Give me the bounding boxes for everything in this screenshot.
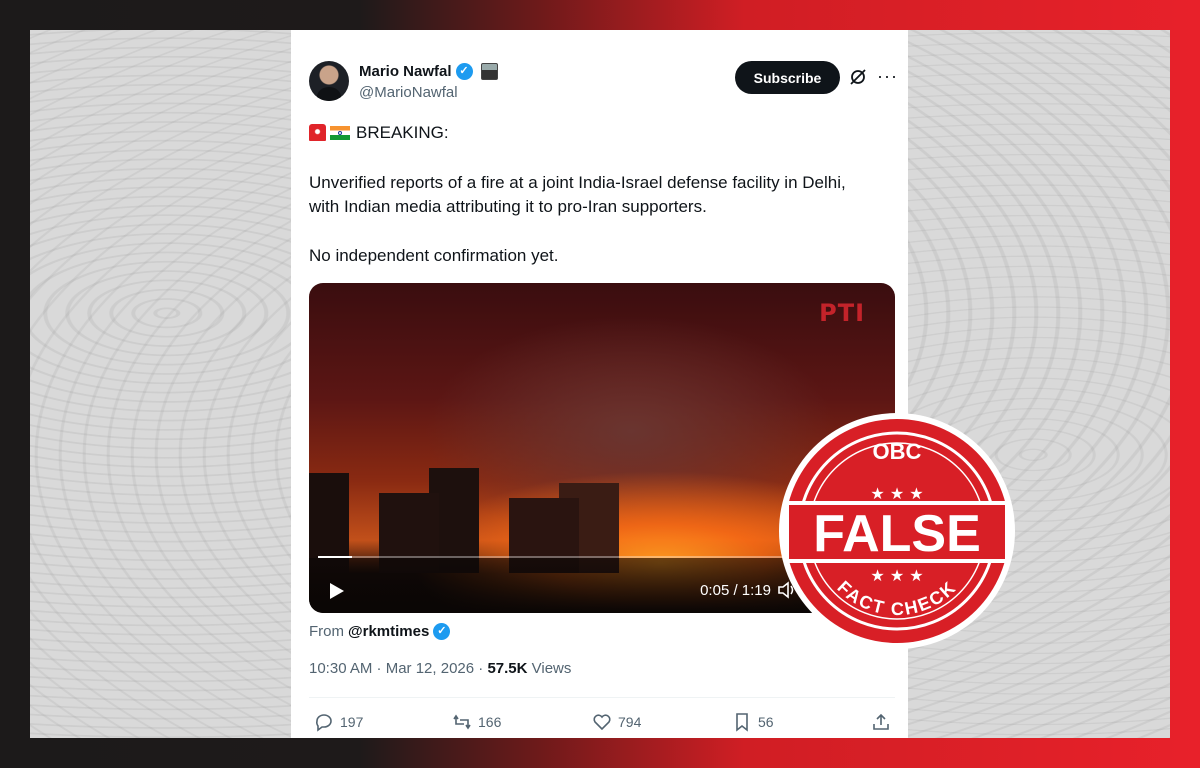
divider — [309, 697, 895, 698]
like-button[interactable]: 794 — [592, 712, 641, 732]
video-source: From @rkmtimes ✓ — [309, 623, 451, 640]
breaking-text: BREAKING: — [356, 123, 449, 142]
author-name-row[interactable]: Mario Nawfal ✓ — [359, 63, 498, 80]
views-count: 57.5K — [487, 660, 528, 677]
like-count: 794 — [618, 714, 642, 730]
video-progress-fill — [318, 556, 353, 558]
stamp-top-text: OBC — [873, 439, 922, 464]
reply-icon — [316, 714, 332, 732]
false-fact-check-stamp: OBC ★ ★ ★ FALSE ★ ★ ★ FACT CHECK — [779, 413, 1015, 649]
repost-button[interactable]: 166 — [452, 712, 501, 732]
tweet-timestamp[interactable]: 10:30 AM · Mar 12, 2026 · — [309, 660, 483, 677]
from-handle[interactable]: @rkmtimes — [348, 623, 429, 640]
bookmark-count: 56 — [758, 714, 774, 730]
tweet-text-line3: with Indian media attributing it to pro-… — [309, 197, 707, 216]
views-label: Views — [531, 660, 572, 677]
india-flag-icon — [330, 126, 350, 140]
author-handle[interactable]: @MarioNawfal — [359, 84, 458, 101]
play-icon[interactable] — [326, 581, 346, 601]
author-avatar[interactable] — [309, 61, 349, 101]
bookmark-button[interactable]: 56 — [732, 712, 774, 732]
reply-button[interactable]: 197 — [314, 712, 363, 732]
siren-emoji-icon — [309, 124, 326, 141]
tweet-text-line4: No independent confirmation yet. — [309, 246, 559, 265]
tweet-actions: 197 166 794 56 — [309, 712, 895, 738]
reply-count: 197 — [340, 714, 364, 730]
tweet-meta: 10:30 AM · Mar 12, 2026 · 57.5K Views — [309, 660, 571, 677]
source-verified-icon: ✓ — [433, 623, 451, 640]
video-watermark: PTI — [819, 299, 865, 327]
from-prefix: From — [309, 623, 344, 640]
stamp-bottom-stars: ★ ★ ★ — [870, 566, 923, 585]
affiliation-badge-icon[interactable] — [480, 63, 498, 80]
more-options-icon[interactable]: ··· — [877, 66, 898, 87]
repost-count: 166 — [478, 714, 502, 730]
subscribe-button[interactable]: Subscribe — [735, 61, 840, 94]
repost-icon — [453, 714, 471, 730]
stamp-main-text: FALSE — [813, 505, 981, 563]
share-button[interactable] — [871, 712, 891, 732]
stamp-top-stars: ★ ★ ★ — [870, 484, 923, 503]
grok-icon[interactable] — [849, 68, 867, 86]
share-icon — [873, 713, 889, 730]
video-time: 0:05 / 1:19 — [700, 582, 771, 599]
verified-badge-icon: ✓ — [455, 63, 473, 80]
tweet-text-line1: BREAKING: — [309, 121, 449, 145]
bookmark-icon — [736, 713, 748, 732]
tweet-text-line2: Unverified reports of a fire at a joint … — [309, 173, 846, 192]
heart-icon — [593, 714, 611, 731]
author-name[interactable]: Mario Nawfal — [359, 63, 452, 80]
